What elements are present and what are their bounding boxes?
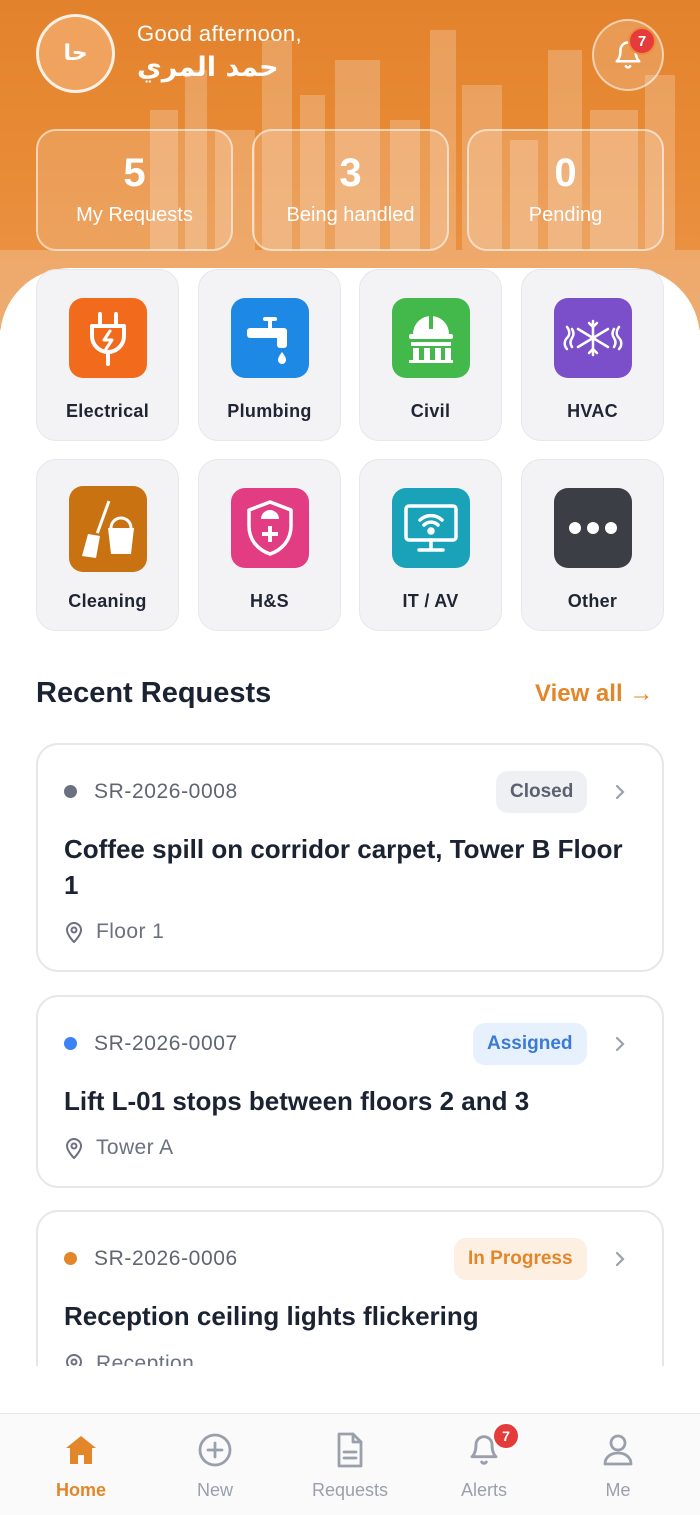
- notifications-button[interactable]: 7: [592, 19, 664, 91]
- category-label: HVAC: [567, 401, 618, 421]
- user-name: حمد المري: [137, 52, 279, 83]
- nav-label: New: [196, 1480, 233, 1500]
- request-title: Coffee spill on corridor carpet, Tower B…: [64, 834, 623, 900]
- chevron-right-icon: [615, 1251, 625, 1267]
- request-card[interactable]: SR-2026-0007 Assigned Lift L-01 stops be…: [36, 995, 664, 1188]
- plug-icon: [69, 298, 147, 378]
- request-location: Tower A: [64, 1136, 174, 1160]
- category-electrical[interactable]: Electrical: [36, 269, 179, 441]
- broom-bucket-icon: [69, 486, 147, 572]
- nav-requests[interactable]: Requests: [283, 1414, 417, 1515]
- chevron-right-icon: [615, 1036, 625, 1052]
- location-text: Floor 1: [96, 920, 165, 943]
- nav-label: Me: [605, 1480, 631, 1500]
- request-title: Reception ceiling lights flickering: [64, 1301, 479, 1331]
- location-pin-icon: [65, 922, 83, 943]
- shield-cross-icon: [231, 488, 309, 568]
- category-civil[interactable]: Civil: [359, 269, 502, 441]
- stat-value: 5: [123, 151, 146, 195]
- nav-label: Requests: [311, 1480, 389, 1500]
- plus-circle-icon: [197, 1432, 233, 1468]
- nav-alerts[interactable]: 7 Alerts: [417, 1414, 551, 1515]
- location-text: Tower A: [96, 1136, 174, 1159]
- status-badge: Assigned: [473, 1023, 587, 1065]
- status-badge: Closed: [496, 771, 588, 813]
- stat-value: 0: [554, 151, 577, 195]
- status-dot: [64, 785, 77, 798]
- nav-label: Alerts: [460, 1480, 507, 1500]
- nav-label: Home: [55, 1480, 106, 1500]
- category-hs[interactable]: H&S: [198, 459, 341, 631]
- category-cleaning[interactable]: Cleaning: [36, 459, 179, 631]
- status-dot: [64, 1037, 77, 1050]
- monitor-wifi-icon: [392, 488, 470, 568]
- stat-being-handled[interactable]: 3 Being handled: [252, 129, 449, 251]
- request-code: SR-2026-0008: [94, 780, 238, 803]
- request-code: SR-2026-0007: [94, 1032, 238, 1055]
- stat-pending[interactable]: 0 Pending: [467, 129, 664, 251]
- category-it-av[interactable]: IT / AV: [359, 459, 502, 631]
- category-label: Electrical: [65, 401, 150, 421]
- category-label: H&S: [250, 591, 289, 611]
- user-icon: [600, 1432, 636, 1468]
- notification-badge: 7: [628, 27, 656, 55]
- status-badge: In Progress: [454, 1238, 587, 1280]
- request-location: Floor 1: [64, 920, 164, 944]
- category-label: Cleaning: [68, 591, 147, 611]
- greeting-text: Good afternoon,: [137, 21, 303, 46]
- faucet-icon: [231, 298, 309, 378]
- category-label: Civil: [410, 401, 451, 421]
- stat-label: My Requests: [76, 204, 193, 226]
- hardhat-building-icon: [392, 298, 470, 378]
- document-icon: [332, 1432, 368, 1468]
- stat-value: 3: [339, 151, 362, 195]
- request-title: Lift L-01 stops between floors 2 and 3: [64, 1086, 530, 1116]
- section-title: Recent Requests: [36, 677, 272, 709]
- scroll-clip: [0, 1366, 700, 1414]
- chevron-right-icon: [615, 784, 625, 800]
- category-other[interactable]: Other: [521, 459, 664, 631]
- view-all-link[interactable]: View all →: [535, 680, 653, 708]
- category-label: Plumbing: [227, 401, 312, 421]
- request-code: SR-2026-0006: [94, 1247, 238, 1270]
- nav-new[interactable]: New: [148, 1414, 282, 1515]
- nav-me[interactable]: Me: [551, 1414, 685, 1515]
- nav-home[interactable]: Home: [14, 1414, 148, 1515]
- more-dots-icon: [554, 488, 632, 568]
- category-label: IT / AV: [402, 591, 459, 611]
- bottom-nav: Home New Requests 7 Alerts Me: [0, 1413, 700, 1515]
- status-dot: [64, 1252, 77, 1265]
- stat-label: Being handled: [286, 204, 415, 226]
- avatar[interactable]: حا: [36, 14, 115, 93]
- category-hvac[interactable]: HVAC: [521, 269, 664, 441]
- alerts-badge: 7: [492, 1422, 520, 1450]
- snowflake-icon: [554, 298, 632, 378]
- request-card[interactable]: SR-2026-0008 Closed Coffee spill on corr…: [36, 743, 664, 972]
- stat-my-requests[interactable]: 5 My Requests: [36, 129, 233, 251]
- category-label: Other: [567, 591, 618, 611]
- home-icon: [63, 1432, 99, 1468]
- location-pin-icon: [65, 1138, 83, 1159]
- stat-label: Pending: [528, 204, 603, 226]
- category-plumbing[interactable]: Plumbing: [198, 269, 341, 441]
